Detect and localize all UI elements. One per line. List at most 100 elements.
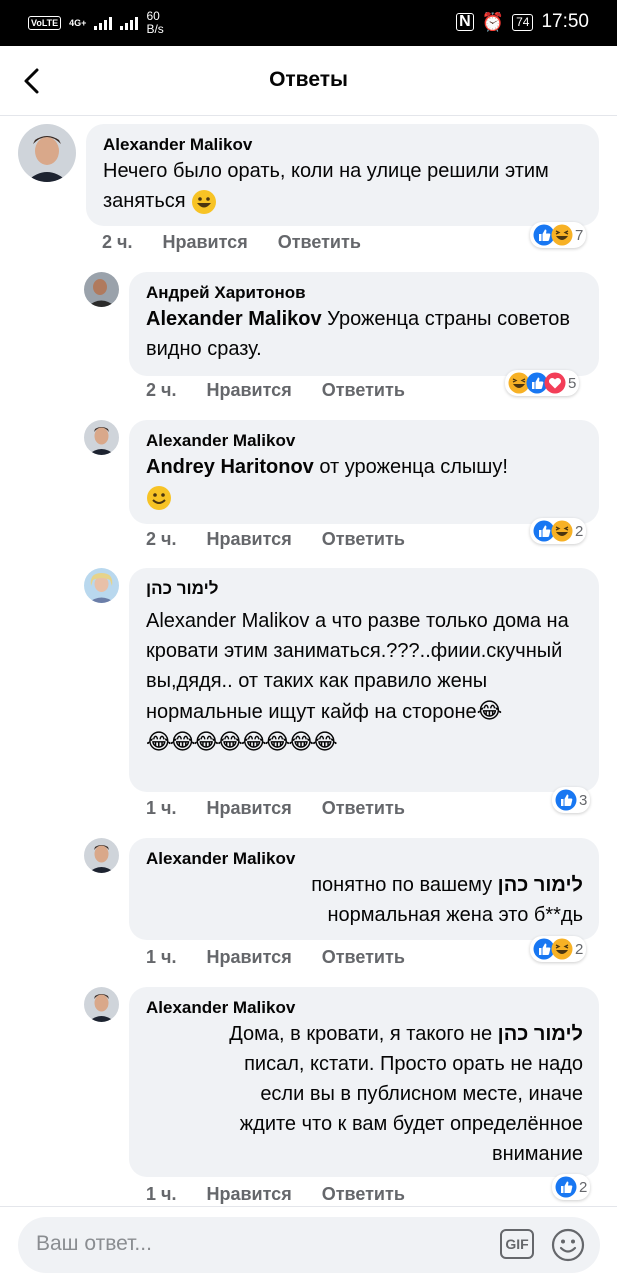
avatar[interactable] <box>84 838 119 873</box>
like-reaction-icon <box>555 1176 577 1198</box>
comment-body: от уроженца слышу! <box>313 456 508 478</box>
avatar[interactable] <box>84 568 119 603</box>
reaction-count: 2 <box>579 1178 588 1196</box>
comment-actions: 2 ч. Нравится Ответить <box>146 529 405 550</box>
comment-body: Дома, в кровати, я такого не <box>229 1023 498 1045</box>
reaction-summary[interactable]: 2 <box>552 1174 591 1200</box>
haha-reaction-icon <box>551 938 573 960</box>
comment-body: Нечего было орать, коли на улице решили … <box>103 160 549 212</box>
mention-link[interactable]: לימור כהן <box>498 874 583 896</box>
status-bar: VoLTE 4G+ 60 B/s N ⏰ 74 17:50 <box>0 0 617 46</box>
haha-reaction-icon <box>551 224 573 246</box>
comment-body: Alexander Malikov а что разве только дом… <box>146 610 569 723</box>
comment-actions: 2 ч. Нравится Ответить <box>102 232 361 253</box>
comment-bubble: Alexander Malikov Andrey Haritonov от ур… <box>129 420 599 524</box>
comment-bubble: Андрей Харитонов Alexander Malikov Уроже… <box>129 272 599 376</box>
haha-reaction-icon <box>551 520 573 542</box>
network-type: 4G+ <box>69 18 87 28</box>
like-reaction-icon <box>555 789 577 811</box>
volte-indicator: VoLTE <box>28 16 62 30</box>
comment-bubble: Alexander Malikov Дома, в кровати, я так… <box>129 987 599 1177</box>
comment-author[interactable]: Alexander Malikov <box>103 134 583 156</box>
avatar[interactable] <box>84 987 119 1022</box>
signal-icon <box>94 16 113 30</box>
reaction-summary[interactable]: 7 <box>530 222 587 248</box>
comment-text: понятно по вашему לימור כהן нормальная же… <box>146 870 583 930</box>
tears-of-joy-emoji-row: 😂😂😂😂😂😂😂😂 <box>146 729 338 754</box>
comment-author[interactable]: Alexander Malikov <box>146 997 583 1019</box>
comment-bubble: Alexander Malikov Нечего было орать, кол… <box>86 124 599 226</box>
comment-body: понятно по вашему <box>311 874 498 896</box>
comment-body-4: ждите что к вам будет определённое <box>239 1113 583 1135</box>
avatar[interactable] <box>18 124 76 182</box>
reply-placeholder: Ваш ответ... <box>36 1232 152 1255</box>
comment-actions: 1 ч. Нравится Ответить <box>146 947 405 968</box>
comment-text: Alexander Malikov Уроженца страны совето… <box>146 304 583 364</box>
reply-button[interactable]: Ответить <box>322 798 405 819</box>
reaction-count: 5 <box>568 374 577 392</box>
timestamp: 2 ч. <box>102 232 133 252</box>
smiley-icon[interactable] <box>550 1227 586 1263</box>
reaction-count: 2 <box>575 940 584 958</box>
timestamp: 1 ч. <box>146 947 177 967</box>
comment-body-2: писал, кстати. Просто орать не надо <box>244 1053 583 1075</box>
comment-author[interactable]: Alexander Malikov <box>146 848 583 870</box>
comment-author[interactable]: Андрей Харитонов <box>146 282 583 304</box>
network-speed: 60 B/s <box>146 10 163 36</box>
comment-body-5: внимание <box>491 1143 583 1165</box>
speed-unit: B/s <box>146 22 164 36</box>
gif-icon[interactable]: GIF <box>500 1229 534 1259</box>
like-button[interactable]: Нравится <box>206 529 291 550</box>
header: Ответы <box>0 46 617 116</box>
like-button[interactable]: Нравится <box>162 232 247 253</box>
avatar[interactable] <box>84 272 119 307</box>
reaction-summary[interactable]: 2 <box>530 936 587 962</box>
speed-value: 60 <box>146 9 160 23</box>
like-button[interactable]: Нравится <box>206 380 291 401</box>
comment-text: Alexander Malikov а что разве только дом… <box>146 606 583 758</box>
reaction-count: 7 <box>575 226 584 244</box>
alarm-icon: ⏰ <box>481 11 505 32</box>
replies-sheet: Ответы Alexander Malikov Нечего было ора… <box>0 46 617 1280</box>
comment-actions: 1 ч. Нравится Ответить <box>146 1184 405 1205</box>
reaction-summary[interactable]: 3 <box>552 787 591 813</box>
mention-link[interactable]: Andrey Haritonov <box>146 456 314 478</box>
comment-bubble: לימור כהן Alexander Malikov а что разве … <box>129 568 599 792</box>
reply-button[interactable]: Ответить <box>322 529 405 550</box>
reply-button[interactable]: Ответить <box>322 1184 405 1205</box>
love-reaction-icon <box>544 372 566 394</box>
timestamp: 1 ч. <box>146 1184 177 1204</box>
comment-bubble: Alexander Malikov понятно по вашему לימו… <box>129 838 599 940</box>
comment-text: Нечего было орать, коли на улице решили … <box>103 156 583 216</box>
timestamp: 2 ч. <box>146 380 177 400</box>
tears-of-joy-emoji: 😂 <box>476 698 503 723</box>
reply-button[interactable]: Ответить <box>322 380 405 401</box>
reply-composer: Ваш ответ... GIF <box>0 1206 617 1280</box>
like-button[interactable]: Нравится <box>206 798 291 819</box>
comment-text: Дома, в кровати, я такого не לימור כהן пи… <box>146 1019 583 1169</box>
comment-body-3: если вы в публисном месте, иначе <box>260 1083 583 1105</box>
mention-link[interactable]: לימור כהן <box>498 1023 583 1045</box>
reply-input[interactable]: Ваш ответ... GIF <box>18 1217 600 1273</box>
reaction-summary[interactable]: 2 <box>530 518 587 544</box>
page-title: Ответы <box>269 68 348 91</box>
timestamp: 2 ч. <box>146 529 177 549</box>
smiling-emoji <box>147 485 171 510</box>
nfc-icon: N <box>456 13 474 31</box>
like-button[interactable]: Нравится <box>206 1184 291 1205</box>
reaction-summary[interactable]: 5 <box>505 370 580 396</box>
comment-author[interactable]: לימור כהן <box>146 578 583 600</box>
mention-link[interactable]: Alexander Malikov <box>146 308 322 330</box>
comment-actions: 2 ч. Нравится Ответить <box>146 380 405 401</box>
avatar[interactable] <box>84 420 119 455</box>
comment-actions: 1 ч. Нравится Ответить <box>146 798 405 819</box>
reply-button[interactable]: Ответить <box>322 947 405 968</box>
clock: 17:50 <box>541 11 589 32</box>
grinning-emoji <box>192 189 217 214</box>
reaction-count: 3 <box>579 791 588 809</box>
comment-text: Andrey Haritonov от уроженца слышу! <box>146 452 583 512</box>
like-button[interactable]: Нравится <box>206 947 291 968</box>
comment-body-2: нормальная жена это б**дь <box>327 904 583 926</box>
comment-author[interactable]: Alexander Malikov <box>146 430 583 452</box>
reply-button[interactable]: Ответить <box>278 232 361 253</box>
